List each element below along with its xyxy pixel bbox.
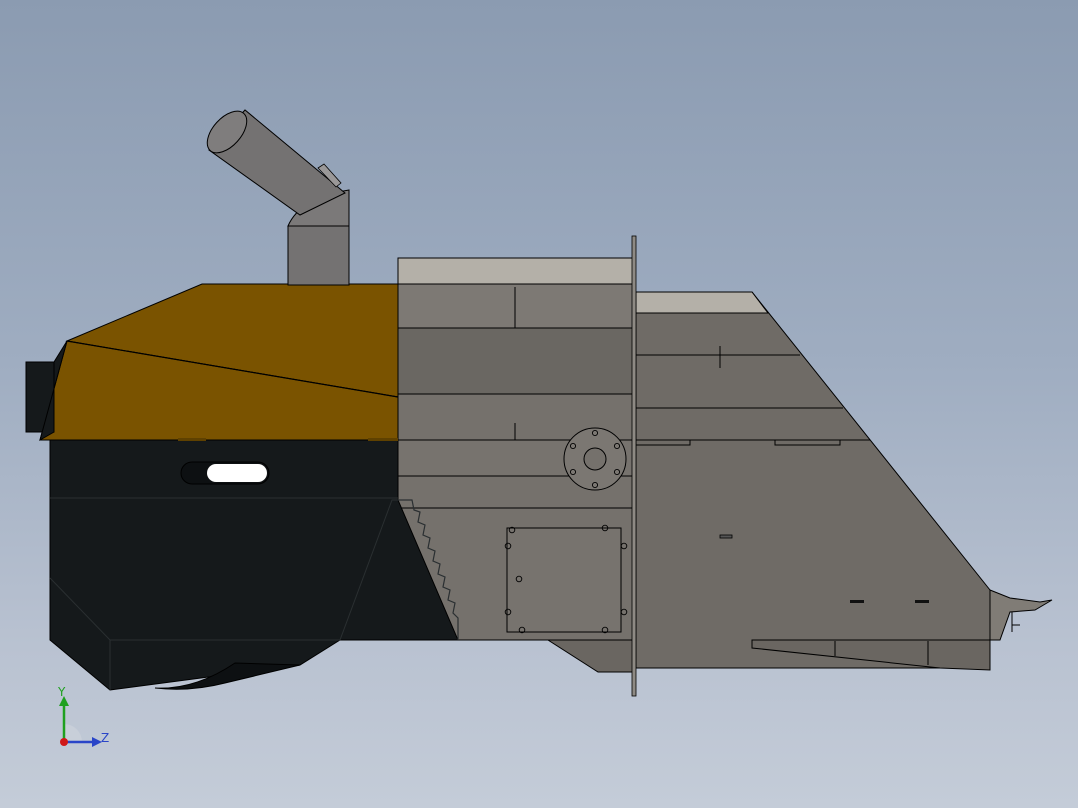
chute-top-plate <box>635 291 770 314</box>
discharge-lip <box>989 589 1053 641</box>
axis-z-label: Z <box>101 731 110 745</box>
side-chute[interactable] <box>635 291 1053 671</box>
axis-y-label: Y <box>58 685 66 699</box>
exhaust-pipe[interactable] <box>200 104 350 286</box>
machine-model[interactable] <box>0 0 1078 808</box>
cad-3d-viewport[interactable]: Y Z <box>0 0 1078 808</box>
top-cover[interactable] <box>39 283 399 441</box>
access-panel[interactable] <box>504 524 628 634</box>
divider-plate <box>631 235 637 697</box>
bearing-flange <box>563 427 627 491</box>
slot-opening <box>207 464 267 482</box>
hopper-top-plate <box>397 257 635 285</box>
lower-body[interactable] <box>49 439 459 691</box>
hopper-wedge <box>546 639 635 673</box>
orientation-triad: Y Z <box>50 684 120 754</box>
